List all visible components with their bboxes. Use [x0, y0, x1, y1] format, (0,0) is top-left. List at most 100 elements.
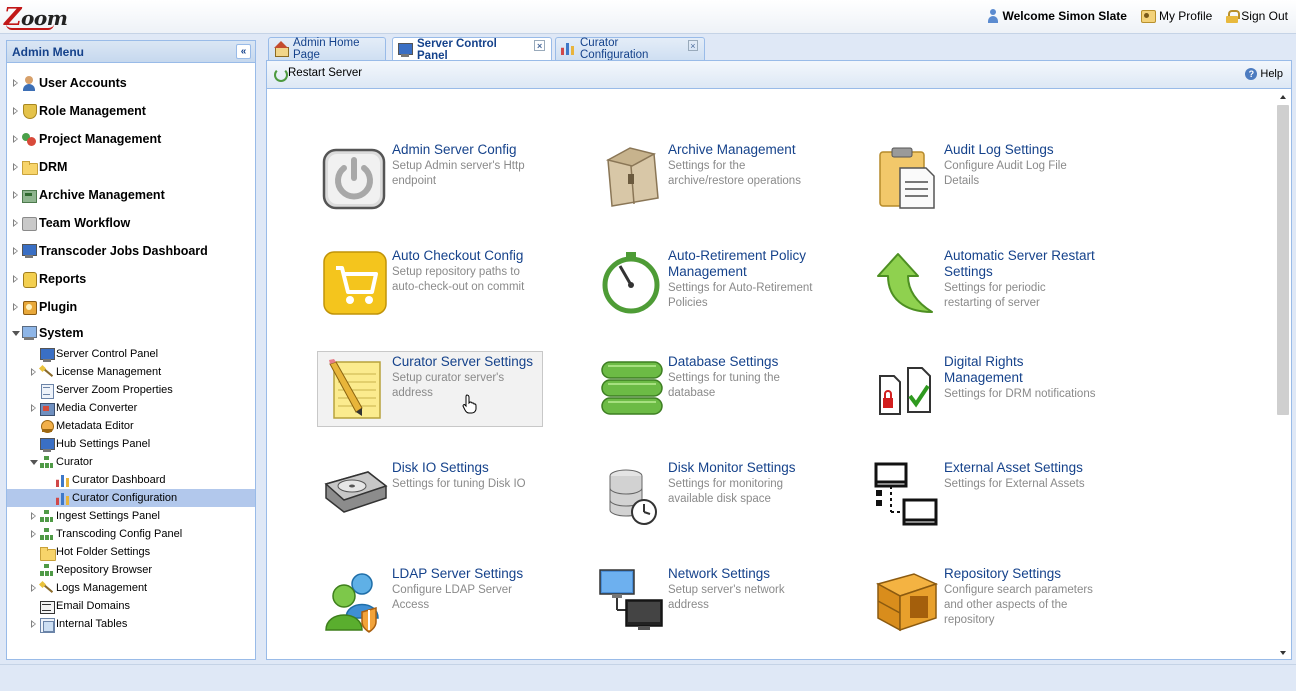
tree-item-team-workflow[interactable]: Team Workflow	[7, 209, 255, 237]
network-icon	[39, 527, 54, 541]
restart-server-button[interactable]: Restart Server	[273, 67, 363, 82]
tree-item-metadata-editor[interactable]: Metadata Editor	[7, 417, 255, 435]
lock-icon	[1226, 9, 1241, 23]
tree-item-drm[interactable]: DRM	[7, 153, 255, 181]
admin-menu-tree: User Accounts Role Management Project Ma…	[7, 63, 255, 633]
tile-disk-io-settings[interactable]: Disk IO Settings Settings for tuning Dis…	[317, 457, 543, 533]
tree-item-license-management[interactable]: License Management	[7, 363, 255, 381]
expand-arrow-icon[interactable]	[11, 274, 21, 284]
tree-item-plugin[interactable]: Plugin	[7, 293, 255, 321]
tree-item-repository-browser[interactable]: Repository Browser	[7, 561, 255, 579]
tree-item-hot-folder-settings[interactable]: Hot Folder Settings	[7, 543, 255, 561]
cart-icon	[323, 251, 387, 315]
expand-arrow-icon[interactable]	[29, 367, 39, 377]
tile-digital-rights-management[interactable]: Digital Rights Management Settings for D…	[869, 351, 1095, 427]
tree-item-label: Team Workflow	[39, 216, 131, 230]
workflow-icon	[21, 215, 37, 231]
tile-archive-management[interactable]: Archive Management Settings for the arch…	[593, 139, 819, 215]
expand-arrow-icon[interactable]	[29, 511, 39, 521]
scroll-down-arrow-icon[interactable]	[1280, 651, 1286, 655]
tile-auto-checkout-config[interactable]: Auto Checkout Config Setup repository pa…	[317, 245, 543, 321]
expand-arrow-icon[interactable]	[11, 134, 21, 144]
welcome-user: Welcome Simon Slate	[987, 9, 1127, 23]
tab-curator-configuration[interactable]: Curator Configuration ×	[555, 37, 705, 61]
tree-item-transcoding-config-panel[interactable]: Transcoding Config Panel	[7, 525, 255, 543]
tree-item-ingest-settings-panel[interactable]: Ingest Settings Panel	[7, 507, 255, 525]
tree-item-media-converter[interactable]: Media Converter	[7, 399, 255, 417]
close-tab-icon[interactable]: ×	[687, 39, 698, 51]
clipboard-icon	[879, 147, 935, 209]
tree-item-archive-management[interactable]: Archive Management	[7, 181, 255, 209]
tile-network-settings[interactable]: Network Settings Setup server's network …	[593, 563, 819, 639]
shield-icon	[21, 103, 37, 119]
top-bar: Zoom Welcome Simon Slate My Profile Sign…	[0, 0, 1296, 34]
tile-curator-server-settings[interactable]: Curator Server Settings Setup curator se…	[317, 351, 543, 427]
collapse-arrow-icon[interactable]	[11, 328, 21, 338]
tree-item-user-accounts[interactable]: User Accounts	[7, 69, 255, 97]
tree-item-label: Reports	[39, 272, 87, 286]
tile-admin-server-config[interactable]: Admin Server Config Setup Admin server's…	[317, 139, 543, 215]
database-icon	[601, 361, 663, 415]
tile-automatic-server-restart-settings[interactable]: Automatic Server Restart Settings Settin…	[869, 245, 1095, 321]
tree-item-curator[interactable]: Curator	[7, 453, 255, 471]
expand-arrow-icon[interactable]	[29, 403, 39, 413]
tree-item-server-zoom-properties[interactable]: Server Zoom Properties	[7, 381, 255, 399]
tree-item-curator-configuration[interactable]: Curator Configuration	[7, 489, 255, 507]
expand-arrow-icon[interactable]	[29, 619, 39, 629]
tree-item-system[interactable]: System	[7, 321, 255, 345]
tree-item-label: Hot Folder Settings	[56, 546, 151, 558]
tree-item-project-management[interactable]: Project Management	[7, 125, 255, 153]
tile-external-asset-settings[interactable]: External Asset Settings Settings for Ext…	[869, 457, 1095, 533]
expand-arrow-icon[interactable]	[11, 78, 21, 88]
tree-item-transcoder-jobs-dashboard[interactable]: Transcoder Jobs Dashboard	[7, 237, 255, 265]
tree-item-logs-management[interactable]: Logs Management	[7, 579, 255, 597]
collapse-arrow-icon[interactable]	[29, 457, 39, 467]
tile-ldap-server-settings[interactable]: LDAP Server Settings Configure LDAP Serv…	[317, 563, 543, 639]
monitor-icon	[39, 347, 55, 362]
expand-arrow-icon[interactable]	[11, 246, 21, 256]
sign-out-link[interactable]: Sign Out	[1226, 9, 1288, 23]
tile-title: Audit Log Settings	[944, 142, 1054, 157]
document-icon	[39, 383, 54, 399]
scroll-up-arrow-icon[interactable]	[1280, 95, 1286, 99]
expand-arrow-icon[interactable]	[11, 190, 21, 200]
sign-out-label: Sign Out	[1241, 9, 1288, 23]
tab-server-control-panel[interactable]: Server Control Panel ×	[392, 37, 552, 62]
help-button[interactable]: ? Help	[1245, 68, 1283, 80]
tile-audit-log-settings[interactable]: Audit Log Settings Configure Audit Log F…	[869, 139, 1095, 215]
status-bar	[0, 664, 1296, 691]
collapse-panel-button[interactable]: «	[236, 44, 251, 59]
tab-admin-home-page[interactable]: Admin Home Page	[268, 37, 386, 61]
tree-item-internal-tables[interactable]: Internal Tables	[7, 615, 255, 633]
expand-arrow-icon[interactable]	[11, 218, 21, 228]
tile-title: Disk Monitor Settings	[668, 460, 796, 475]
close-tab-icon[interactable]: ×	[534, 40, 545, 51]
tree-item-email-domains[interactable]: Email Domains	[7, 597, 255, 615]
tree-item-role-management[interactable]: Role Management	[7, 97, 255, 125]
tile-title: Database Settings	[668, 354, 779, 369]
users-icon	[21, 75, 37, 91]
tile-database-settings[interactable]: Database Settings Settings for tuning th…	[593, 351, 819, 427]
plugin-icon	[21, 299, 37, 315]
scrollbar-thumb[interactable]	[1277, 105, 1289, 415]
vertical-scrollbar[interactable]	[1277, 93, 1289, 657]
tree-item-server-control-panel[interactable]: Server Control Panel	[7, 345, 255, 363]
tree-item-reports[interactable]: Reports	[7, 265, 255, 293]
expand-arrow-icon[interactable]	[29, 529, 39, 539]
expand-arrow-icon[interactable]	[11, 302, 21, 312]
restart-server-label: Restart Server	[288, 67, 363, 79]
tile-auto-retirement-policy-management[interactable]: Auto-Retirement Policy Management Settin…	[593, 245, 819, 321]
expand-arrow-icon[interactable]	[11, 162, 21, 172]
tile-title: Auto Checkout Config	[392, 248, 524, 263]
email-icon	[39, 599, 55, 614]
my-profile-link[interactable]: My Profile	[1140, 9, 1212, 23]
tree-item-label: System	[39, 326, 84, 340]
tile-repository-settings[interactable]: Repository Settings Configure search par…	[869, 563, 1095, 639]
wand-icon	[39, 581, 54, 595]
tree-item-curator-dashboard[interactable]: Curator Dashboard	[7, 471, 255, 489]
expand-arrow-icon[interactable]	[29, 583, 39, 593]
tree-item-hub-settings-panel[interactable]: Hub Settings Panel	[7, 435, 255, 453]
expand-arrow-icon[interactable]	[11, 106, 21, 116]
tile-disk-monitor-settings[interactable]: Disk Monitor Settings Settings for monit…	[593, 457, 819, 533]
media-icon	[39, 401, 55, 416]
